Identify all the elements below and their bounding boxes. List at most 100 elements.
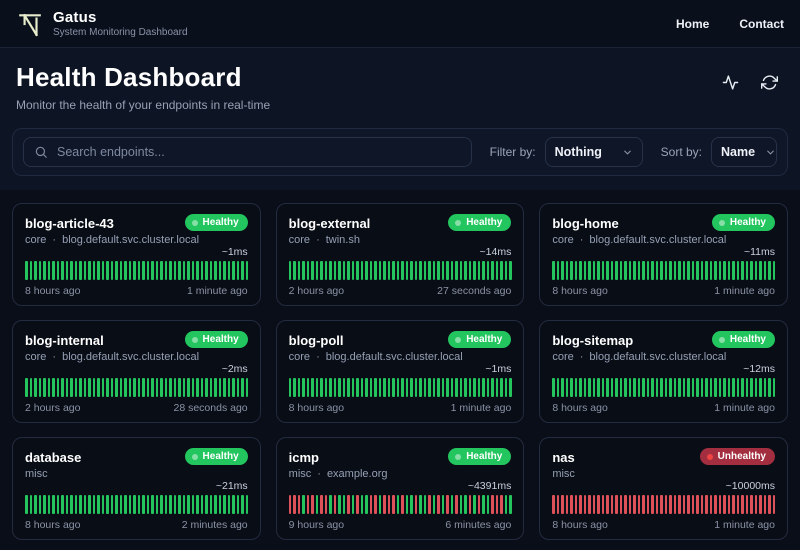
uptime-bar xyxy=(383,378,386,397)
uptime-bar xyxy=(477,495,481,514)
uptime-bar xyxy=(405,261,409,280)
endpoint-group: misc xyxy=(288,468,312,480)
endpoints-section: blog-article-43 Healthy core · blog.defa… xyxy=(0,190,800,550)
latency-value: ~14ms xyxy=(479,246,512,258)
uptime-bar xyxy=(65,378,68,397)
uptime-bar xyxy=(347,495,350,514)
endpoint-host: twin.sh xyxy=(325,234,360,246)
uptime-bar xyxy=(351,261,355,280)
uptime-bar xyxy=(428,495,431,514)
uptime-bar xyxy=(200,495,203,514)
uptime-bar xyxy=(414,495,418,514)
uptime-bar xyxy=(320,378,323,397)
endpoint-group: core xyxy=(288,351,311,363)
uptime-bar xyxy=(106,495,109,514)
uptime-bar xyxy=(410,495,413,514)
endpoint-host: blog.default.svc.cluster.local xyxy=(589,351,727,363)
nav-link-home[interactable]: Home xyxy=(676,17,709,31)
uptime-bar xyxy=(655,495,659,514)
uptime-bars[interactable] xyxy=(288,261,512,280)
sort-dropdown[interactable]: Name xyxy=(711,137,777,167)
uptime-bar xyxy=(124,495,127,514)
uptime-bar xyxy=(315,495,319,514)
uptime-bar xyxy=(754,495,758,514)
endpoint-card[interactable]: nas Unhealthy misc ~10000ms 8 hours ago … xyxy=(539,437,788,540)
uptime-bar xyxy=(651,495,654,514)
uptime-bar xyxy=(592,261,596,280)
uptime-bar xyxy=(450,495,454,514)
uptime-bar xyxy=(723,378,726,397)
endpoint-card[interactable]: blog-internal Healthy core · blog.defaul… xyxy=(12,320,261,423)
uptime-bar xyxy=(486,378,490,397)
hero-section: Health Dashboard Monitor the health of y… xyxy=(0,48,800,118)
uptime-bars[interactable] xyxy=(552,261,776,280)
uptime-bar xyxy=(664,495,668,514)
nav-link-contact[interactable]: Contact xyxy=(739,17,784,31)
endpoint-card[interactable]: database Healthy misc ~21ms 8 hours ago … xyxy=(12,437,261,540)
uptime-bar xyxy=(700,261,704,280)
uptime-bar xyxy=(588,261,591,280)
endpoint-card[interactable]: blog-external Healthy core · twin.sh ~14… xyxy=(275,203,525,306)
refresh-icon[interactable] xyxy=(761,74,778,91)
uptime-bar xyxy=(682,378,686,397)
uptime-bar xyxy=(209,261,212,280)
uptime-bar xyxy=(25,495,28,514)
uptime-bar xyxy=(455,261,458,280)
uptime-bars[interactable] xyxy=(552,378,776,397)
uptime-bars[interactable] xyxy=(288,378,512,397)
uptime-bar xyxy=(169,261,172,280)
uptime-bar xyxy=(47,378,50,397)
sort-value: Name xyxy=(721,145,756,159)
uptime-bar xyxy=(450,261,454,280)
uptime-bar xyxy=(473,378,476,397)
endpoint-name: blog-internal xyxy=(25,333,104,348)
search-input[interactable] xyxy=(57,145,461,159)
endpoint-card[interactable]: blog-sitemap Healthy core · blog.default… xyxy=(539,320,788,423)
uptime-bars[interactable] xyxy=(288,495,512,514)
uptime-bar xyxy=(401,378,404,397)
newest-timestamp: 1 minute ago xyxy=(714,402,775,414)
uptime-bar xyxy=(218,495,221,514)
endpoint-name: blog-poll xyxy=(288,333,344,348)
uptime-bar xyxy=(124,261,127,280)
uptime-bar xyxy=(446,495,449,514)
status-label: Healthy xyxy=(202,451,239,462)
cards-grid: blog-article-43 Healthy core · blog.defa… xyxy=(12,203,788,540)
status-dot-icon xyxy=(455,336,462,343)
uptime-bar xyxy=(495,495,499,514)
uptime-bar xyxy=(610,378,614,397)
group-host-separator: · xyxy=(579,234,584,246)
endpoint-card[interactable]: icmp Healthy misc · example.org ~4391ms … xyxy=(275,437,525,540)
uptime-bar xyxy=(606,495,609,514)
uptime-bar xyxy=(482,261,485,280)
uptime-bars[interactable] xyxy=(552,495,776,514)
status-dot-icon xyxy=(455,219,462,226)
search-box[interactable] xyxy=(23,137,472,167)
uptime-bar xyxy=(97,261,100,280)
uptime-bar xyxy=(624,378,627,397)
uptime-bar xyxy=(29,495,32,514)
uptime-bar xyxy=(187,261,190,280)
endpoint-card[interactable]: blog-article-43 Healthy core · blog.defa… xyxy=(12,203,261,306)
uptime-bar xyxy=(378,261,382,280)
endpoint-card[interactable]: blog-poll Healthy core · blog.default.sv… xyxy=(275,320,525,423)
uptime-bar xyxy=(556,495,560,514)
uptime-bar xyxy=(200,378,203,397)
uptime-bar xyxy=(52,378,55,397)
latency-value: ~12ms xyxy=(743,363,775,375)
uptime-bar xyxy=(311,495,314,514)
uptime-bar xyxy=(182,378,185,397)
uptime-bars[interactable] xyxy=(25,261,248,280)
endpoint-card[interactable]: blog-home Healthy core · blog.default.sv… xyxy=(539,203,788,306)
uptime-bars[interactable] xyxy=(25,495,248,514)
status-badge: Healthy xyxy=(184,214,248,231)
uptime-bar xyxy=(365,261,368,280)
uptime-bar xyxy=(772,495,776,514)
uptime-bars[interactable] xyxy=(25,378,248,397)
uptime-bar xyxy=(101,261,104,280)
status-badge: Healthy xyxy=(184,448,248,465)
activity-icon[interactable] xyxy=(722,74,739,91)
filter-dropdown[interactable]: Nothing xyxy=(544,137,643,167)
uptime-bar xyxy=(732,261,735,280)
group-host-separator: · xyxy=(579,351,584,363)
